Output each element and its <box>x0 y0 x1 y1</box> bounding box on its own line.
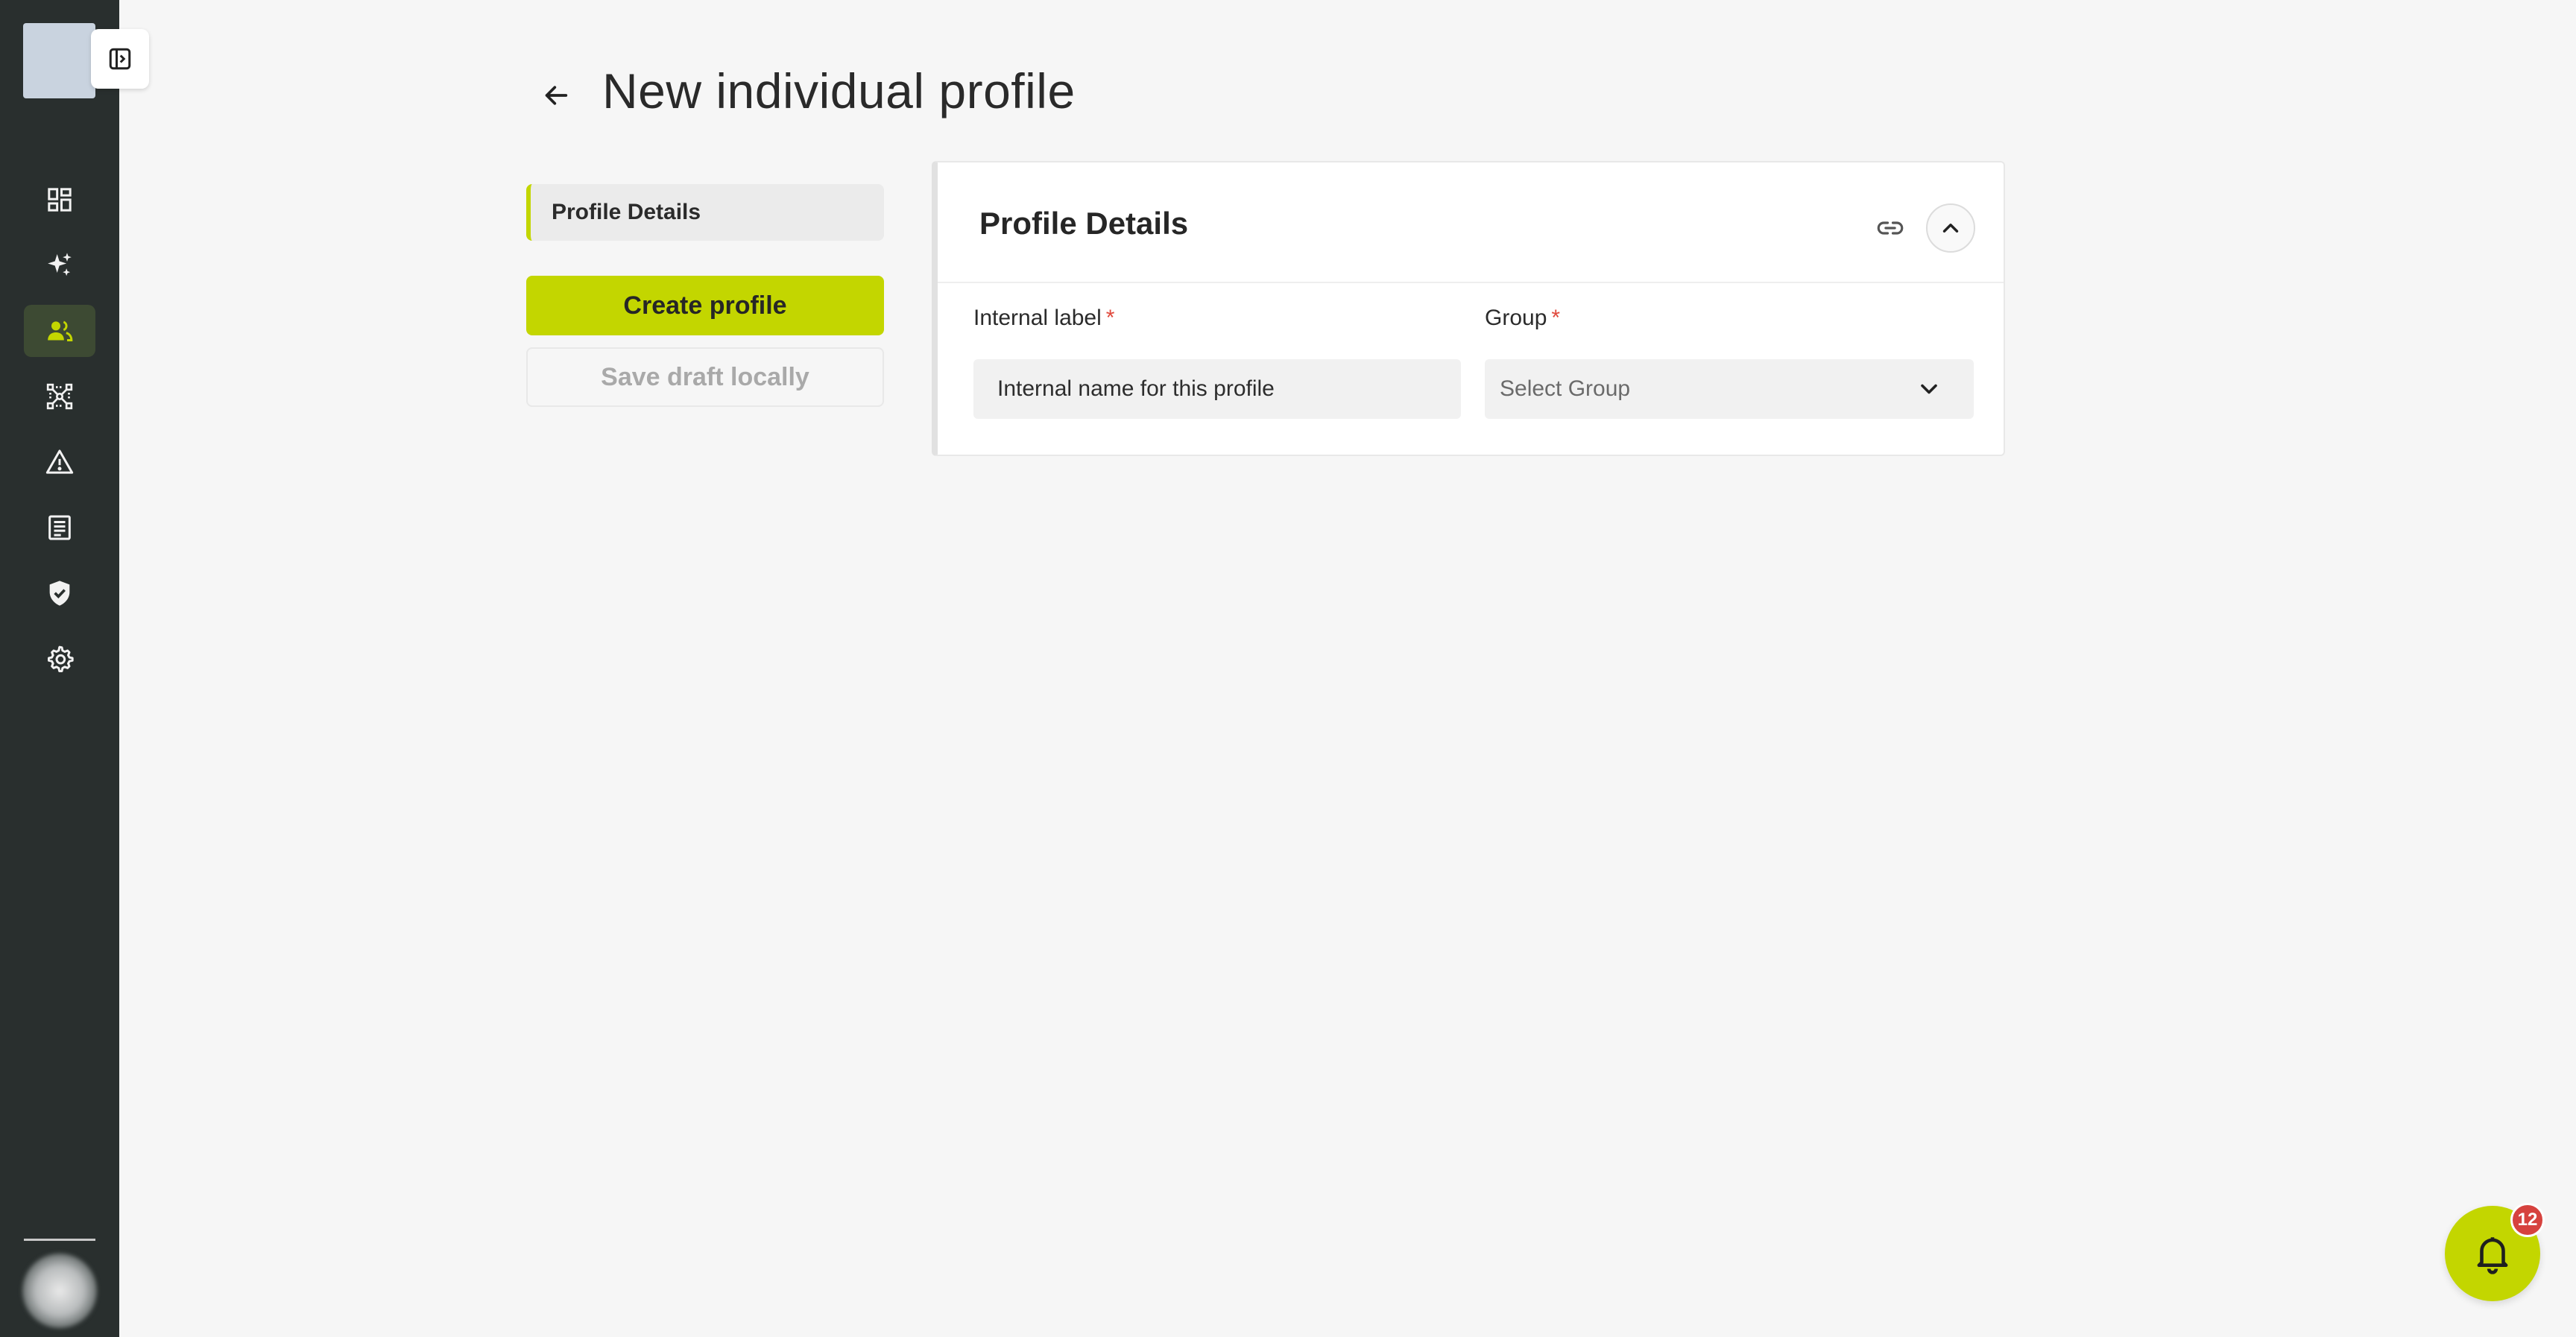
copy-link-button[interactable] <box>1869 207 1911 249</box>
sidebar-item-profiles[interactable] <box>24 305 95 357</box>
sidebar-divider <box>24 1239 95 1241</box>
sidebar-item-ai[interactable] <box>24 239 95 291</box>
internal-label-field-label: Internal label * <box>973 306 1114 331</box>
chevron-up-icon <box>1942 224 1959 233</box>
internal-label-label-text: Internal label <box>973 306 1102 330</box>
group-select[interactable]: Select Group <box>1485 359 1974 419</box>
notification-count-badge: 12 <box>2510 1203 2545 1237</box>
bell-icon <box>2477 1237 2508 1274</box>
arrow-left-icon <box>545 86 568 105</box>
profile-details-card: Profile Details Internal label * Group * I… <box>932 161 2005 456</box>
warning-triangle-icon <box>45 449 74 474</box>
sidebar-item-alerts[interactable] <box>24 436 95 488</box>
group-select-value: Select Group <box>1500 376 1631 401</box>
page-title: New individual profile <box>602 63 1076 118</box>
required-mark: * <box>1105 306 1115 330</box>
link-icon <box>1877 221 1904 235</box>
section-nav-profile-details[interactable]: Profile Details <box>526 184 884 241</box>
card-title: Profile Details <box>979 206 1189 241</box>
internal-label-input[interactable]: Internal name for this profile <box>973 359 1461 419</box>
chevron-down-icon <box>1921 384 1937 394</box>
shield-check-icon <box>49 581 70 606</box>
sidebar-item-compliance[interactable] <box>24 567 95 619</box>
document-list-icon <box>48 515 71 540</box>
save-draft-button[interactable]: Save draft locally <box>526 347 884 407</box>
required-mark: * <box>1551 306 1561 330</box>
group-field-label: Group * <box>1485 306 1560 331</box>
group-label-text: Group <box>1485 306 1547 330</box>
back-button[interactable] <box>531 73 581 118</box>
dashboard-icon <box>48 188 72 212</box>
logo <box>23 23 95 98</box>
sidebar-item-network[interactable] <box>24 370 95 423</box>
sidebar <box>0 0 119 1337</box>
sparkles-icon <box>48 253 72 276</box>
sidebar-toggle-button[interactable] <box>91 29 149 89</box>
network-scan-icon <box>46 383 73 410</box>
sidebar-item-settings[interactable] <box>24 633 95 685</box>
sidebar-toggle-icon <box>109 48 131 70</box>
card-header: Profile Details <box>938 162 2004 283</box>
sidebar-item-dashboard[interactable] <box>24 174 95 226</box>
collapse-section-button[interactable] <box>1926 203 1975 253</box>
sidebar-item-reports[interactable] <box>24 502 95 554</box>
create-profile-button[interactable]: Create profile <box>526 276 884 335</box>
users-icon <box>48 320 73 341</box>
gear-icon <box>48 645 74 672</box>
avatar[interactable] <box>22 1254 97 1328</box>
